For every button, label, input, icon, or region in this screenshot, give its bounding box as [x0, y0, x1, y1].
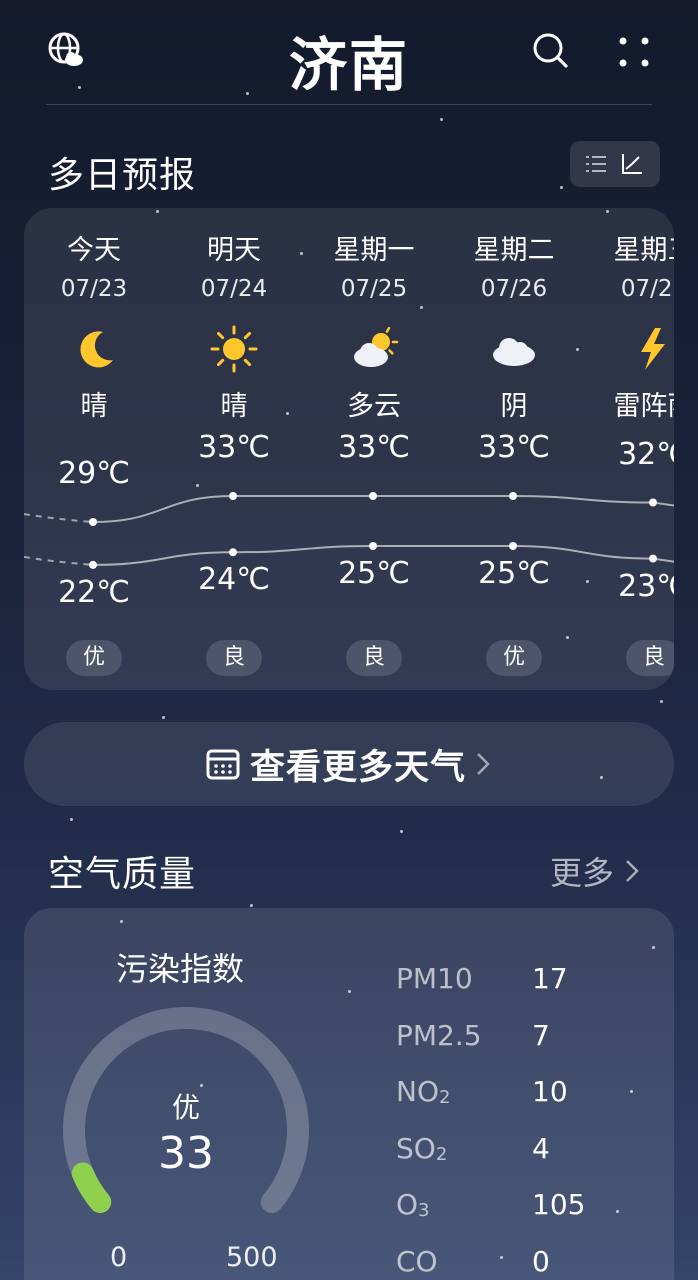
pollutant-subscript: 3	[418, 1200, 430, 1221]
chevron-right-icon	[626, 860, 639, 882]
day-aqi-badge: 优	[66, 640, 122, 676]
sun-icon	[210, 325, 258, 373]
pollutant-name: NO2	[396, 1075, 450, 1108]
pollutant-name: O3	[396, 1188, 430, 1221]
pollutant-name: CO	[396, 1245, 438, 1278]
list-view-icon[interactable]	[584, 152, 608, 176]
aqi-level: 优	[171, 1091, 200, 1124]
day-high-temp: 33℃	[338, 430, 410, 465]
day-aqi-badge: 良	[346, 640, 402, 676]
more-weather-button[interactable]: 查看更多天气	[24, 722, 674, 806]
high_value-temp-line	[92, 494, 674, 523]
pollutant-value: 0	[532, 1244, 550, 1278]
more-options-button[interactable]	[612, 30, 656, 74]
high_value-lead-line	[24, 513, 94, 523]
more-weather-label: 查看更多天气	[249, 747, 466, 788]
day-high-temp: 32℃	[618, 436, 674, 472]
calendar-icon	[206, 749, 240, 780]
day-low-temp: 25℃	[338, 556, 410, 591]
high_value-temp-point	[89, 518, 97, 526]
top-bar: 济南	[0, 0, 698, 106]
low_value-temp-point	[649, 554, 657, 563]
pollutant-value: 10	[532, 1075, 568, 1108]
day-date: 07/24	[200, 276, 268, 302]
day-high-temp: 33℃	[478, 430, 550, 465]
day-low-temp: 24℃	[198, 562, 270, 598]
day-name: 今天	[67, 235, 121, 266]
pollutant-symbol: O	[396, 1188, 419, 1221]
day-name: 星期三	[613, 235, 675, 266]
day-condition: 雷阵雨	[613, 391, 675, 422]
low_value-lead-line	[24, 555, 94, 566]
chart-view-icon[interactable]	[620, 152, 644, 176]
pollutant-value: 7	[532, 1018, 550, 1052]
day-aqi-badge: 良	[206, 640, 262, 676]
air-quality-section-title: 空气质量	[48, 854, 197, 895]
gauge-min-label: 0	[110, 1242, 128, 1273]
pollutant-value: 17	[532, 962, 568, 995]
day-name: 星期二	[473, 235, 555, 266]
search-icon	[533, 33, 568, 68]
pollutant-name: SO2	[396, 1132, 447, 1165]
pollutant-value: 105	[532, 1188, 586, 1221]
chevron-right-icon	[477, 753, 490, 775]
thunder-icon	[641, 328, 665, 370]
pollutant-symbol: PM10	[396, 962, 473, 995]
day-condition: 晴	[80, 391, 108, 422]
high_value-temp-point	[229, 492, 237, 500]
pollution-index-label: 污染指数	[116, 950, 245, 988]
day-date: 07/27	[620, 276, 674, 302]
pollutant-symbol: PM2.5	[396, 1018, 482, 1052]
high_value-temp-point	[649, 498, 657, 507]
gauge-fill	[71, 1162, 112, 1213]
day-low-temp: 23℃	[618, 568, 674, 604]
grid-dots-icon	[619, 37, 649, 67]
day-aqi-badge: 良	[626, 640, 674, 676]
day-high-temp: 29℃	[58, 456, 130, 491]
pollutant-symbol: SO	[396, 1131, 436, 1165]
forecast-view-toggle[interactable]	[570, 141, 660, 187]
gauge-max-label: 500	[226, 1242, 278, 1273]
partly-cloudy-icon	[354, 326, 399, 367]
low_value-temp-point	[509, 542, 517, 550]
day-date: 07/25	[340, 276, 408, 302]
pollutant-subscript: 2	[435, 1143, 448, 1165]
pollutant-name: PM10	[396, 962, 473, 995]
pollutant-value: 4	[532, 1131, 550, 1165]
day-name: 星期一	[333, 235, 415, 266]
header-divider	[46, 104, 652, 105]
pollutant-subscript: 2	[438, 1087, 451, 1108]
day-high-temp: 33℃	[198, 430, 270, 465]
high_value-temp-point	[509, 492, 517, 500]
day-low-temp: 25℃	[478, 556, 550, 591]
low_value-temp-point	[229, 548, 237, 557]
day-condition: 多云	[347, 391, 401, 422]
forecast-card[interactable]: 今天 07/23 晴 29℃ 22℃ 优 明天 07/24 晴 33℃ 24℃ 良 星期一 07/25 多云…	[24, 208, 674, 690]
air-quality-more-link[interactable]: 更多	[550, 848, 642, 894]
pollutant-symbol: CO	[396, 1244, 438, 1278]
low_value-temp-point	[369, 542, 377, 550]
day-aqi-badge: 优	[486, 640, 542, 676]
moon-icon	[80, 331, 113, 368]
city-title[interactable]: 济南	[0, 18, 698, 102]
high_value-temp-point	[369, 492, 377, 500]
cloud-icon	[493, 338, 535, 366]
forecast-section-title: 多日预报	[48, 155, 197, 196]
day-date: 07/23	[60, 276, 128, 302]
day-name: 明天	[207, 235, 261, 266]
air-quality-card[interactable]: 污染指数 优 33 0 500 PM10 17 PM2.5 7 NO2 10 SO2 4 O3 1…	[24, 908, 674, 1280]
day-low-temp: 22℃	[58, 574, 130, 610]
day-condition: 阴	[500, 391, 528, 422]
pollutant-name: PM2.5	[396, 1019, 482, 1052]
air-quality-more-label: 更多	[550, 854, 615, 892]
low_value-temp-point	[89, 560, 97, 569]
day-date: 07/26	[480, 276, 548, 302]
day-condition: 晴	[220, 391, 248, 422]
aqi-value: 33	[158, 1128, 214, 1179]
search-button[interactable]	[530, 30, 570, 70]
pollutant-symbol: NO	[396, 1075, 439, 1108]
